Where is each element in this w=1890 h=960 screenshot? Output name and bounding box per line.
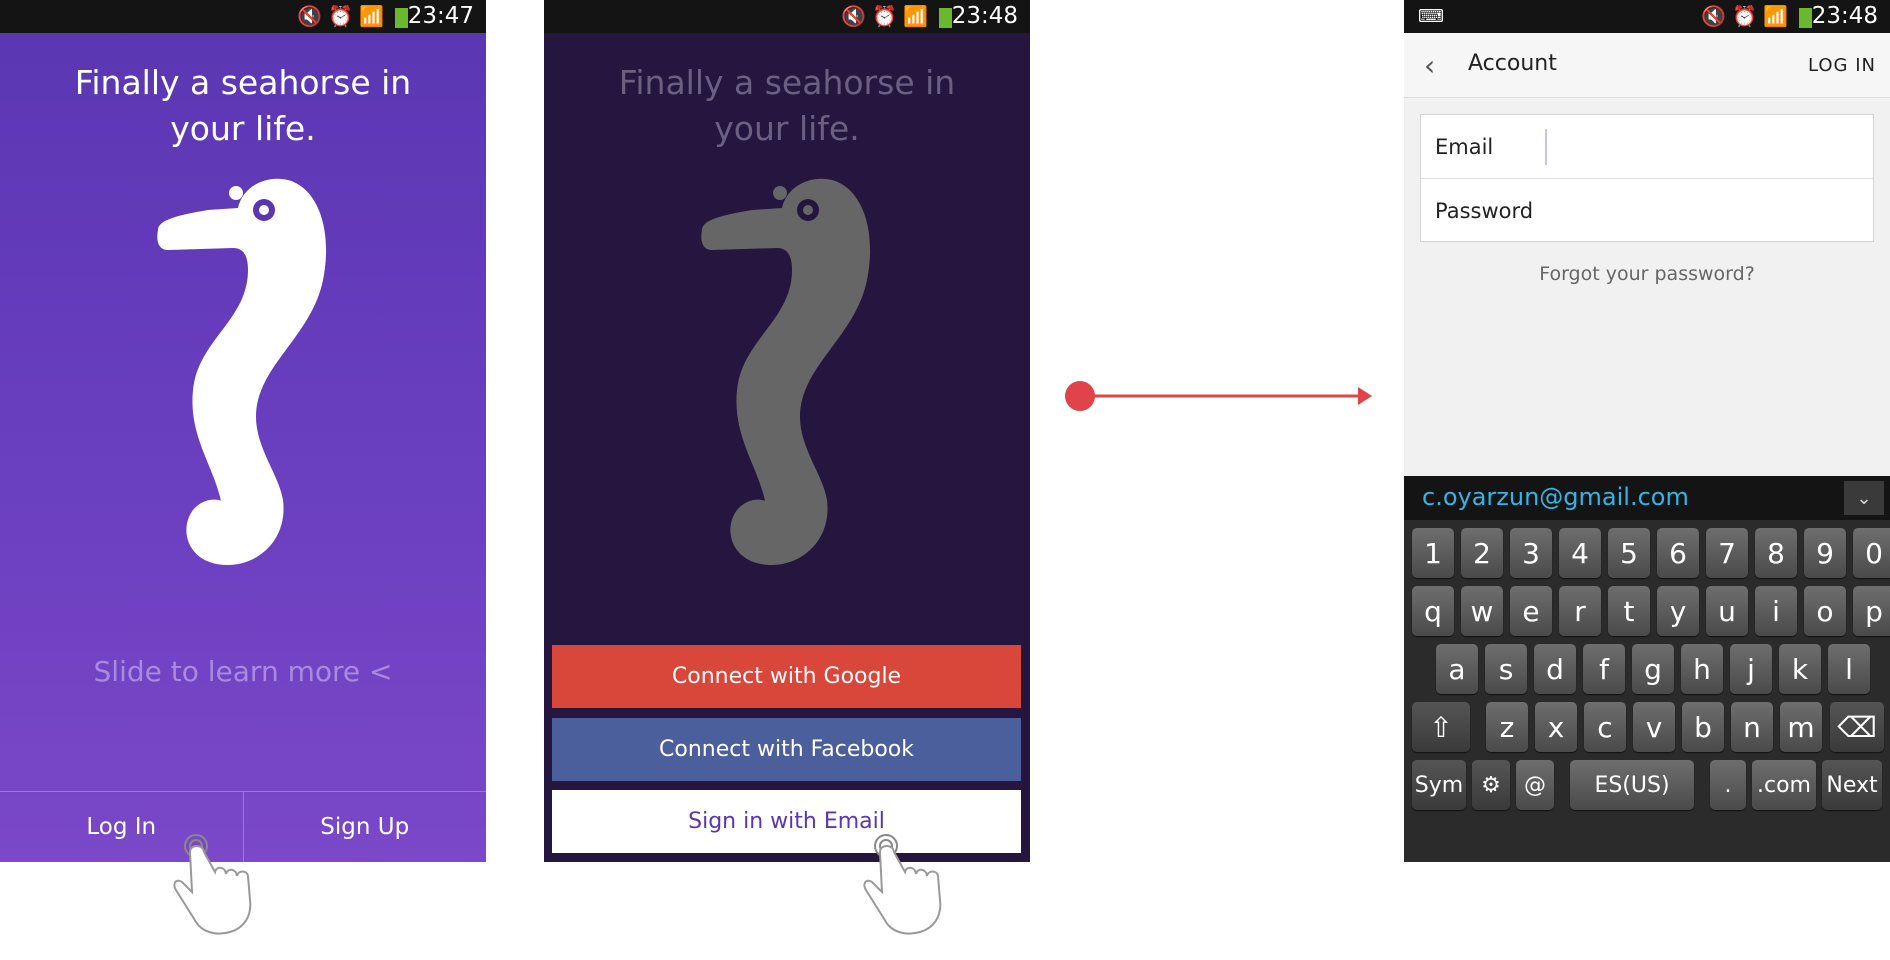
key-5[interactable]: 5 [1608,528,1650,578]
status-icons: 🔇⏰📶 [1701,4,1794,28]
status-bar: 🔇⏰📶 23:47 [0,0,486,33]
key-u[interactable]: u [1706,586,1748,636]
key-s[interactable]: s [1485,644,1527,694]
key-p[interactable]: p [1853,586,1890,636]
key-6[interactable]: 6 [1657,528,1699,578]
login-action-button[interactable]: LOG IN [1808,55,1876,76]
key-1[interactable]: 1 [1412,528,1454,578]
status-icons: 🔇⏰📶 [841,4,934,28]
space-key[interactable]: ES(US) [1570,760,1694,810]
key-e[interactable]: e [1510,586,1552,636]
email-field[interactable] [1545,128,1873,165]
next-key[interactable]: Next [1822,760,1882,810]
key-0[interactable]: 0 [1853,528,1890,578]
com-key[interactable]: .com [1752,760,1816,810]
key-m[interactable]: m [1780,702,1822,752]
key-n[interactable]: n [1731,702,1773,752]
seahorse-logo [157,178,327,565]
key-t[interactable]: t [1608,586,1650,636]
key-o[interactable]: o [1804,586,1846,636]
signup-button[interactable]: Sign Up [244,792,487,862]
settings-key-icon[interactable]: ⚙ [1472,760,1510,810]
email-suggestion[interactable]: c.oyarzun@gmail.com [1422,483,1689,511]
seahorse-logo [701,178,871,565]
backspace-key-icon[interactable]: ⌫ [1830,702,1884,752]
connect-facebook-button[interactable]: Connect with Facebook [552,718,1021,781]
connect-screen: 🔇⏰📶 23:48 Finally a seahorse in your lif… [544,0,1030,862]
key-b[interactable]: b [1682,702,1724,752]
welcome-screen: 🔇⏰📶 23:47 Finally a seahorse in your lif… [0,0,486,862]
collapse-suggestions-icon[interactable]: ⌄ [1844,481,1884,515]
email-row: Email [1421,115,1873,179]
soft-keyboard: c.oyarzun@gmail.com ⌄ 1234567890 qwertyui… [1404,476,1890,862]
battery-icon [1799,8,1812,28]
login-form: Email Password [1420,114,1874,242]
status-icons: 🔇⏰📶 [297,4,390,28]
key-3[interactable]: 3 [1510,528,1552,578]
sign-in-email-button[interactable]: Sign in with Email [552,790,1021,853]
slide-hint: Slide to learn more < [93,655,393,688]
status-time: 23:48 [951,3,1018,29]
key-9[interactable]: 9 [1804,528,1846,578]
status-bar: ⌨ 🔇⏰📶 23:48 [1404,0,1890,33]
key-h[interactable]: h [1681,644,1723,694]
tap-hand-icon [173,834,252,935]
key-f[interactable]: f [1583,644,1625,694]
key-k[interactable]: k [1779,644,1821,694]
dot-key[interactable]: . [1710,760,1746,810]
key-z[interactable]: z [1486,702,1528,752]
back-arrow-icon[interactable]: ‹ [1424,49,1435,82]
at-key[interactable]: @ [1516,760,1554,810]
connect-google-button[interactable]: Connect with Google [552,645,1021,708]
flow-arrow [1065,381,1372,411]
sym-key[interactable]: Sym [1412,760,1466,810]
status-time: 23:48 [1811,3,1878,29]
forgot-password-link[interactable]: Forgot your password? [1404,263,1890,285]
tap-hand-icon [863,834,942,935]
welcome-title: Finally a seahorse in your life. [618,63,956,148]
key-a[interactable]: a [1436,644,1478,694]
key-x[interactable]: x [1535,702,1577,752]
key-i[interactable]: i [1755,586,1797,636]
password-label: Password [1435,198,1534,223]
key-v[interactable]: v [1633,702,1675,752]
key-r[interactable]: r [1559,586,1601,636]
key-4[interactable]: 4 [1559,528,1601,578]
status-bar: 🔇⏰📶 23:48 [544,0,1030,33]
key-w[interactable]: w [1461,586,1503,636]
password-row: Password [1421,179,1873,242]
app-bar: ‹ Account LOG IN [1404,33,1890,98]
key-q[interactable]: q [1412,586,1454,636]
suggestion-bar: c.oyarzun@gmail.com ⌄ [1404,476,1890,520]
welcome-title: Finally a seahorse in your life. [74,63,412,148]
status-time: 23:47 [407,3,474,29]
key-c[interactable]: c [1584,702,1626,752]
key-y[interactable]: y [1657,586,1699,636]
key-l[interactable]: l [1828,644,1870,694]
keyboard-status-icon: ⌨ [1418,6,1444,27]
password-field[interactable] [1545,192,1873,229]
account-login-screen: ⌨ 🔇⏰📶 23:48 ‹ Account LOG IN Email Passw… [1404,0,1890,862]
key-d[interactable]: d [1534,644,1576,694]
email-label: Email [1435,134,1494,159]
battery-icon [939,8,952,28]
key-g[interactable]: g [1632,644,1674,694]
key-8[interactable]: 8 [1755,528,1797,578]
battery-icon [395,8,408,28]
page-title: Account [1468,51,1557,76]
key-2[interactable]: 2 [1461,528,1503,578]
key-7[interactable]: 7 [1706,528,1748,578]
key-j[interactable]: j [1730,644,1772,694]
shift-key-icon[interactable]: ⇧ [1412,702,1470,752]
